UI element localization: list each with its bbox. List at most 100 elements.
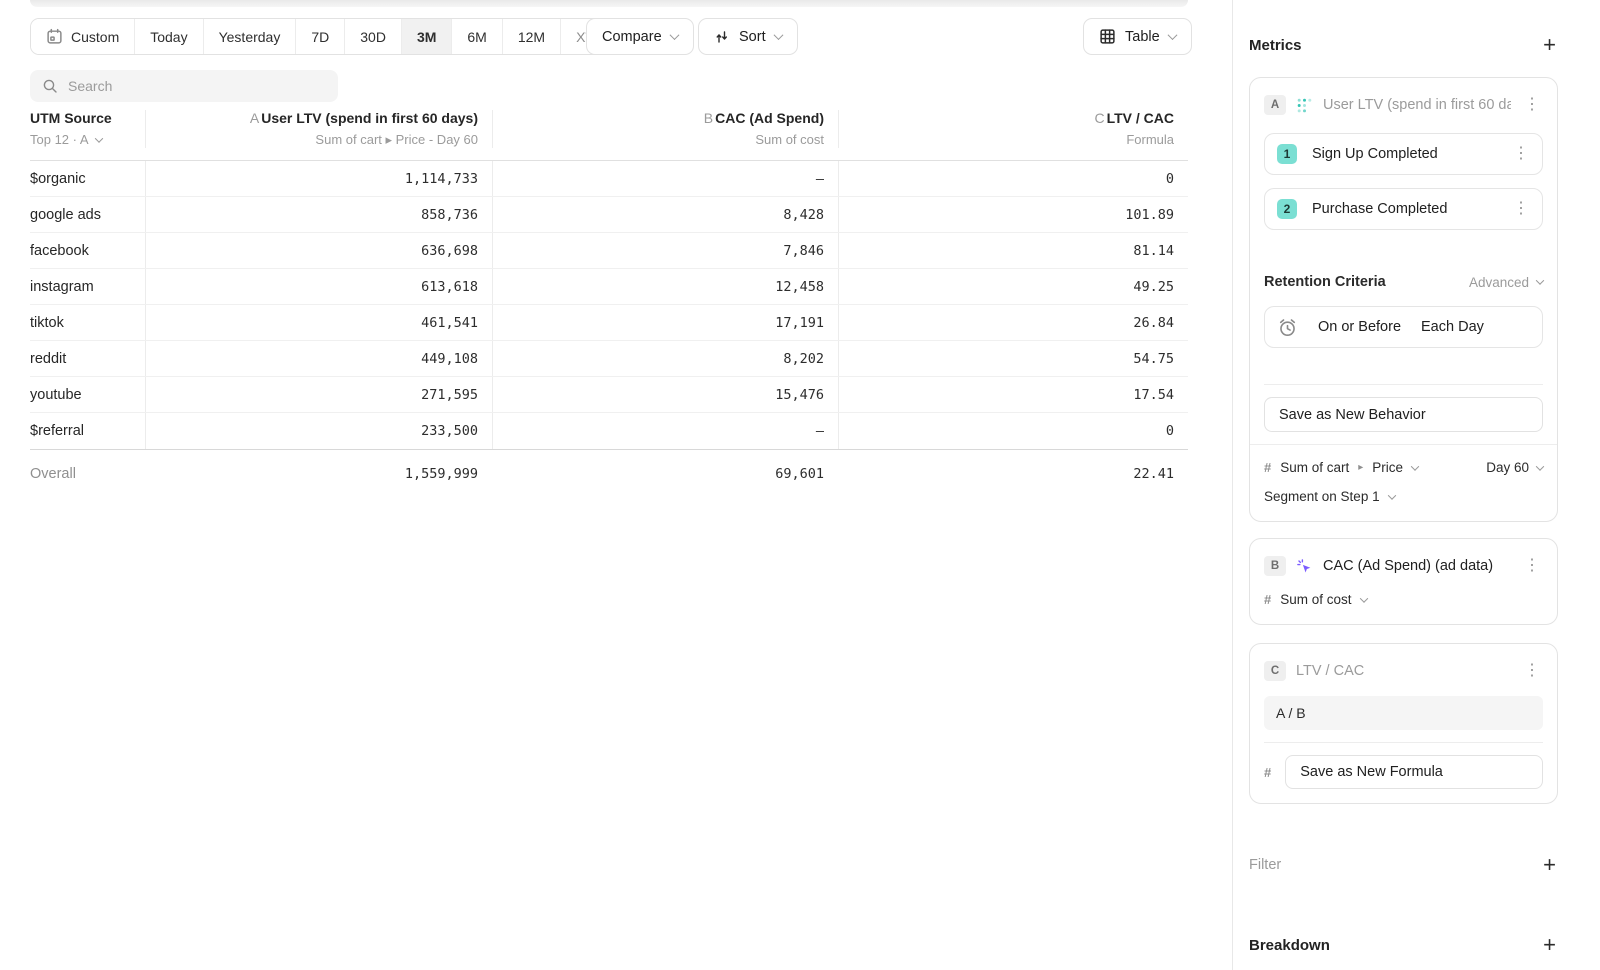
cell-value: 7,846 [492,233,838,268]
chevron-down-icon [773,30,783,40]
range-3m-button[interactable]: 3M [401,19,451,54]
column-header-metric-c[interactable]: CLTV / CAC Formula [838,110,1188,148]
table-overall-row: Overall 1,559,999 69,601 22.41 [30,450,1188,497]
metric-letter-badge: B [1264,556,1286,576]
query-builder-sidebar: Metrics + A User LT [1232,0,1600,970]
step-number-badge: 2 [1277,199,1297,219]
cell-value: 0 [838,161,1188,196]
range-custom-button[interactable]: Custom [31,19,134,54]
magic-event-icon [1296,558,1313,575]
sort-button[interactable]: Sort [698,18,798,55]
table-row: facebook 636,698 7,846 81.14 [30,233,1188,269]
analytics-report-page: Custom Today Yesterday 7D 30D 3M 6M 12M … [0,0,1600,970]
metric-letter-badge: C [1264,661,1286,681]
criteria-timing-label: On or Before [1318,319,1401,335]
chevron-down-icon [94,134,102,142]
segment-on-step-dropdown[interactable]: Segment on Step 1 [1264,489,1380,504]
metric-title[interactable]: LTV / CAC [1296,663,1511,679]
table-body: $organic 1,114,733 – 0 google ads 858,73… [30,161,1188,450]
table-row: $organic 1,114,733 – 0 [30,161,1188,197]
aggregation-property-dropdown[interactable]: Price [1372,460,1403,475]
step-event-label: Purchase Completed [1312,201,1495,217]
row-label[interactable]: tiktok [30,305,145,340]
kebab-menu-icon[interactable]: ⋮ [1510,199,1532,219]
cell-value: 54.75 [838,341,1188,376]
chevron-down-icon [1536,462,1544,470]
metric-title[interactable]: CAC (Ad Spend) (ad data) [1323,558,1511,574]
row-label[interactable]: google ads [30,197,145,232]
metric-c-card: C LTV / CAC ⋮ # Save as New Formula [1249,643,1558,804]
divider [1264,742,1543,743]
row-label[interactable]: $organic [30,161,145,196]
top-scroll-shadow [30,0,1188,7]
table-row: google ads 858,736 8,428 101.89 [30,197,1188,233]
row-label[interactable]: youtube [30,377,145,412]
range-today-button[interactable]: Today [134,19,202,54]
cell-value: 233,500 [145,413,492,449]
cell-value: 17,191 [492,305,838,340]
column-header-metric-a[interactable]: AUser LTV (spend in first 60 days) Sum o… [145,110,492,148]
table-row: tiktok 461,541 17,191 26.84 [30,305,1188,341]
alarm-clock-icon [1277,317,1298,338]
save-as-new-behavior-button[interactable]: Save as New Behavior [1264,397,1543,432]
row-label[interactable]: instagram [30,269,145,304]
metric-a-card: A User LTV (spend in first 60 da... ⋮ [1249,77,1558,522]
add-filter-button[interactable]: + [1541,854,1558,876]
sort-arrows-icon [714,29,730,45]
search-input[interactable] [68,78,326,94]
row-label[interactable]: $referral [30,413,145,449]
step-1-event[interactable]: 1 Sign Up Completed ⋮ [1264,133,1543,175]
step-2-event[interactable]: 2 Purchase Completed ⋮ [1264,188,1543,230]
metric-title[interactable]: User LTV (spend in first 60 da... [1323,97,1511,113]
cell-value: 12,458 [492,269,838,304]
chevron-down-icon [1387,491,1395,499]
table-row: instagram 613,618 12,458 49.25 [30,269,1188,305]
step-event-label: Sign Up Completed [1312,146,1495,162]
range-7d-button[interactable]: 7D [295,19,344,54]
kebab-menu-icon[interactable]: ⋮ [1521,556,1543,576]
view-selector-button[interactable]: Table [1083,18,1192,55]
formula-input[interactable] [1264,696,1543,730]
behavioral-metric-icon [1296,97,1313,114]
cell-value: 15,476 [492,377,838,412]
cell-value: 613,618 [145,269,492,304]
cell-value: 81.14 [838,233,1188,268]
chevron-down-icon [1167,30,1177,40]
search-bar [30,70,338,102]
overall-value: 1,559,999 [145,450,492,497]
cell-value: 449,108 [145,341,492,376]
cell-value: 101.89 [838,197,1188,232]
save-as-new-formula-button[interactable]: Save as New Formula [1285,755,1543,789]
cell-value: 461,541 [145,305,492,340]
breakdown-section-title: Breakdown [1249,937,1330,954]
kebab-menu-icon[interactable]: ⋮ [1510,144,1532,164]
aggregation-dropdown[interactable]: Sum of cart [1280,460,1349,475]
retention-criteria-selector[interactable]: On or Before Each Day [1264,306,1543,348]
add-metric-button[interactable]: + [1541,34,1558,56]
kebab-menu-icon[interactable]: ⋮ [1521,95,1543,115]
column-header-metric-b[interactable]: BCAC (Ad Spend) Sum of cost [492,110,838,148]
kebab-menu-icon[interactable]: ⋮ [1521,661,1543,681]
row-label[interactable]: facebook [30,233,145,268]
numeric-property-icon: # [1264,592,1271,607]
column-header-utm-source[interactable]: UTM Source Top 12 · A [30,110,145,148]
cell-value: 271,595 [145,377,492,412]
row-label[interactable]: reddit [30,341,145,376]
aggregation-dropdown[interactable]: Sum of cost [1280,592,1351,607]
metrics-section-title: Metrics [1249,37,1302,54]
range-30d-button[interactable]: 30D [344,19,401,54]
cell-value: 636,698 [145,233,492,268]
table-header-row: UTM Source Top 12 · A AUser LTV (spend i… [30,110,1188,161]
breakdown-table: UTM Source Top 12 · A AUser LTV (spend i… [30,110,1188,497]
retention-mode-dropdown[interactable]: Advanced [1469,275,1543,290]
table-row: $referral 233,500 – 0 [30,413,1188,449]
chevron-down-icon [669,30,679,40]
compare-button[interactable]: Compare [586,18,694,55]
window-dropdown[interactable]: Day 60 [1486,460,1543,475]
add-breakdown-button[interactable]: + [1541,934,1558,956]
metric-letter-badge: A [1264,95,1286,115]
range-yesterday-button[interactable]: Yesterday [203,19,296,54]
calendar-icon [46,28,63,45]
range-12m-button[interactable]: 12M [502,19,560,54]
range-6m-button[interactable]: 6M [451,19,501,54]
